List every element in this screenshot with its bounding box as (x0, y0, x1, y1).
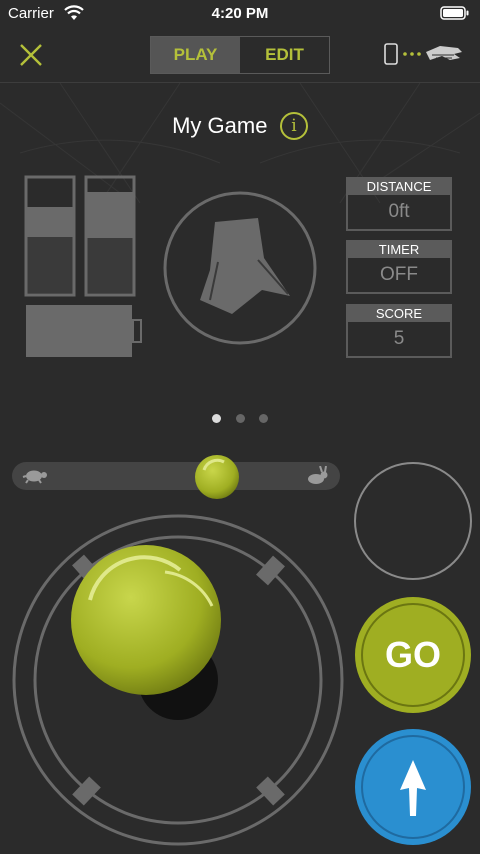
joystick-knob[interactable] (71, 545, 221, 695)
battery-level-gauge (26, 305, 142, 357)
distance-value: 0ft (388, 201, 410, 222)
close-icon[interactable] (16, 40, 46, 70)
page-dot-2[interactable] (235, 414, 245, 423)
speed-slider[interactable] (12, 462, 340, 490)
mode-segmented-control: PLAY EDIT (150, 36, 330, 74)
nav-bar: PLAY EDIT (0, 28, 480, 83)
status-bar: Carrier 4:20 PM (0, 0, 480, 28)
score-readout: SCORE 5 (346, 304, 452, 358)
robot-icon (163, 191, 317, 345)
page-indicator[interactable] (0, 410, 480, 428)
clock: 4:20 PM (211, 5, 269, 22)
page-title: My Game (172, 113, 268, 138)
drive-joystick[interactable] (10, 510, 350, 854)
tab-edit[interactable]: EDIT (240, 37, 329, 73)
page-dot-3[interactable] (258, 414, 268, 423)
timer-label: TIMER (348, 242, 450, 258)
distance-label: DISTANCE (348, 179, 450, 195)
aux-button[interactable] (354, 462, 472, 580)
rabbit-icon (308, 466, 328, 484)
turtle-icon (22, 470, 47, 484)
speed-slider-thumb[interactable] (194, 454, 240, 500)
forward-button[interactable] (354, 728, 472, 846)
distance-readout: DISTANCE 0ft (346, 177, 452, 231)
info-icon[interactable]: i (279, 112, 308, 140)
title-row: My Game i (0, 112, 480, 140)
tab-play[interactable]: PLAY (151, 37, 240, 73)
battery-icon (440, 6, 469, 20)
timer-value: OFF (380, 264, 418, 285)
right-bar-gauge (84, 175, 136, 297)
page-dot-1[interactable] (212, 414, 222, 423)
left-bar-gauge (24, 175, 76, 297)
go-button[interactable] (354, 596, 472, 714)
score-label: SCORE (348, 306, 450, 322)
score-value: 5 (393, 328, 405, 349)
device-connection-icon[interactable] (384, 42, 464, 66)
timer-readout: TIMER OFF (346, 240, 452, 294)
